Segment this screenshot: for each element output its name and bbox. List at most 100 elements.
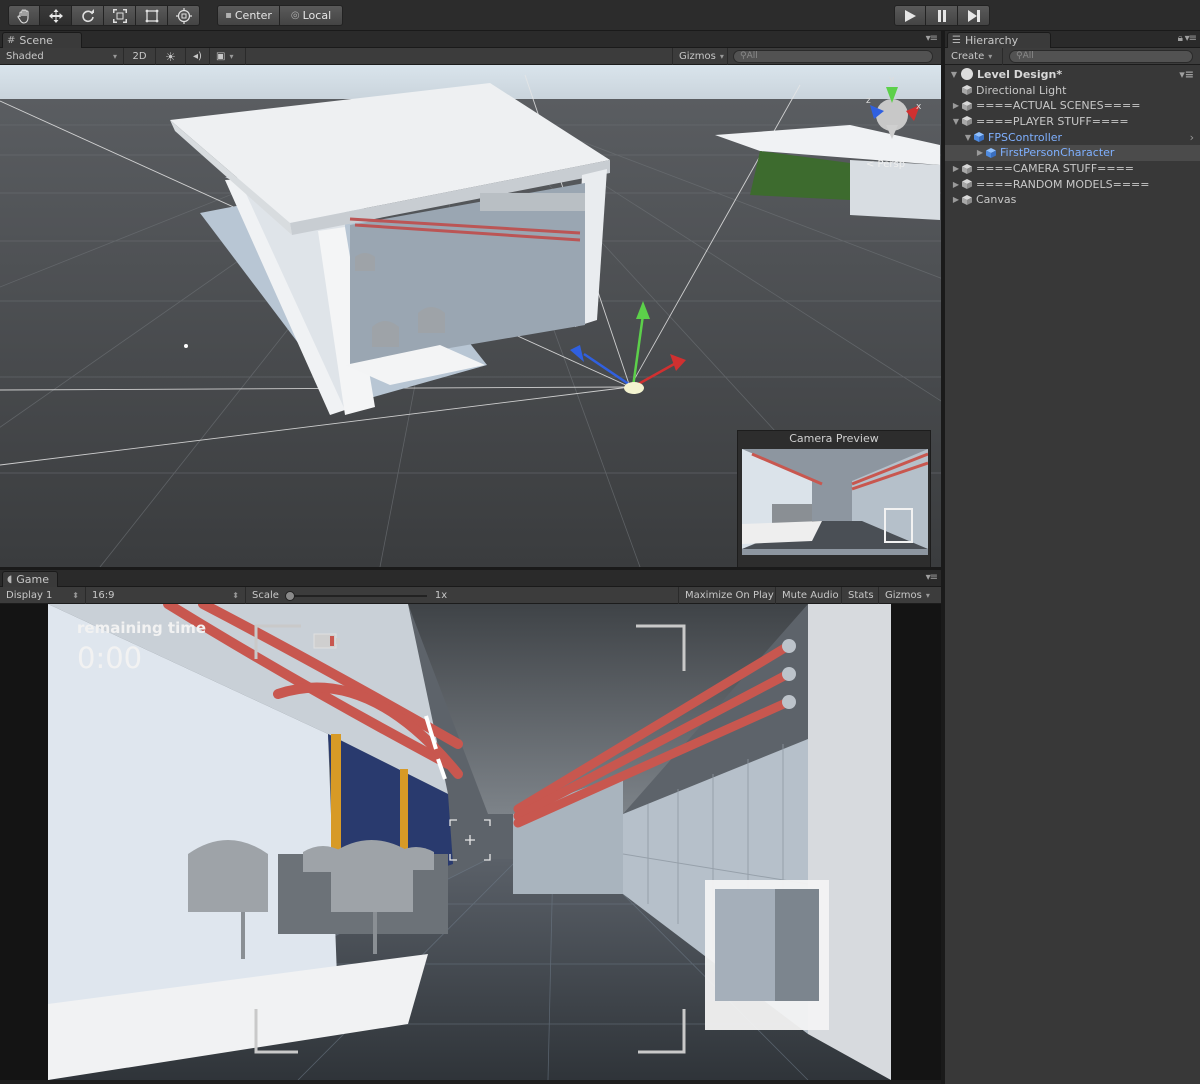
scale-tool-button[interactable]	[104, 5, 136, 26]
aspect-dropdown[interactable]: 16:9 ⬍	[86, 587, 246, 604]
unity-scene-icon	[961, 68, 973, 80]
remaining-time-value: 0:00	[77, 641, 143, 675]
scale-slider-thumb[interactable]	[284, 590, 295, 601]
move-tool-button[interactable]	[40, 5, 72, 26]
panel-menu-icon[interactable]: ▾≡	[926, 33, 938, 44]
gameobject-cube-icon	[962, 179, 972, 190]
scale-slider[interactable]	[284, 590, 427, 601]
game-3d-render	[48, 604, 891, 1080]
projection-label[interactable]: < Persp	[866, 159, 905, 170]
hand-tool-button[interactable]	[8, 5, 40, 26]
hierarchy-search-placeholder: All	[1022, 51, 1034, 61]
mode-2d-label: 2D	[132, 51, 147, 62]
hierarchy-item-label: Canvas	[976, 193, 1017, 207]
list-icon: ☰	[952, 35, 961, 46]
maximize-on-play-toggle[interactable]: Maximize On Play	[678, 587, 776, 604]
pause-button[interactable]	[926, 5, 958, 26]
pivot-controls: ▪ Center ◎ Local	[217, 5, 343, 26]
local-space-icon: ◎	[290, 10, 300, 21]
lighting-toggle[interactable]: ☀	[156, 48, 186, 65]
hierarchy-panel: ☰ Hierarchy 🔒︎ ▾≡ Create ▾ ⚲All ▼ Level …	[945, 31, 1200, 1084]
hierarchy-item[interactable]: ▼ FPSController ›	[945, 129, 1200, 145]
play-button[interactable]	[894, 5, 926, 26]
hierarchy-item[interactable]: ▶ ====ACTUAL SCENES====	[945, 98, 1200, 114]
gameobject-cube-icon	[962, 85, 972, 95]
play-icon	[905, 9, 916, 22]
create-label: Create	[951, 51, 985, 62]
hierarchy-item-label: ====CAMERA STUFF====	[976, 162, 1135, 175]
tab-scene[interactable]: # Scene	[2, 32, 82, 48]
chevron-down-icon: ⬍	[72, 591, 79, 600]
gameobject-cube-icon	[962, 163, 972, 174]
chevron-down-icon: ▾	[719, 52, 724, 61]
transform-tools	[8, 5, 200, 26]
polaroid-photo	[705, 880, 829, 1030]
maximize-on-play-label: Maximize On Play	[685, 590, 774, 601]
scene-root-row[interactable]: ▼ Level Design* ▾≡	[945, 66, 1200, 82]
expand-arrow-icon[interactable]: ▼	[951, 117, 961, 126]
pivot-center-button[interactable]: ▪ Center	[217, 5, 280, 26]
display-dropdown[interactable]: Display 1 ⬍	[0, 587, 86, 604]
scene-tabbar: # Scene ▾≡	[0, 31, 941, 48]
mute-audio-toggle[interactable]: Mute Audio	[776, 587, 842, 604]
rect-icon	[145, 9, 158, 22]
audio-toggle[interactable]: ◂)	[186, 48, 210, 65]
search-icon: ⚲	[1016, 51, 1023, 61]
scene-viewport[interactable]: y x z < Persp Camera Preview	[0, 65, 941, 567]
hierarchy-controlbar: Create ▾ ⚲All	[945, 48, 1200, 65]
scene-name: Level Design*	[977, 67, 1063, 81]
expand-arrow-icon[interactable]: ▶	[951, 164, 961, 173]
scene-search-placeholder: All	[746, 51, 758, 61]
hierarchy-item[interactable]: ▼ ====PLAYER STUFF====	[945, 113, 1200, 129]
hierarchy-item[interactable]: Directional Light	[945, 82, 1200, 98]
step-icon	[967, 9, 980, 22]
hierarchy-item[interactable]: ▶ ====RANDOM MODELS====	[945, 176, 1200, 192]
scene-menu-icon[interactable]: ▾≡	[1179, 68, 1194, 81]
scene-controlbar: Shaded ▾ 2D ☀ ◂) ▣ ▾ Gizmos ▾ ⚲All	[0, 48, 941, 65]
expand-arrow-icon[interactable]: ▶	[951, 195, 961, 204]
rotate-icon	[81, 8, 94, 22]
scene-gizmos-dropdown[interactable]: Gizmos ▾	[672, 48, 728, 65]
expand-arrow-icon[interactable]: ▼	[949, 70, 959, 79]
rotate-tool-button[interactable]	[72, 5, 104, 26]
panel-menu-icon[interactable]: ▾≡	[1185, 33, 1197, 44]
rect-tool-button[interactable]	[136, 5, 168, 26]
shading-mode-dropdown[interactable]: Shaded ▾	[0, 48, 124, 65]
mode-2d-toggle[interactable]: 2D	[124, 48, 156, 65]
pivot-local-button[interactable]: ◎ Local	[280, 5, 343, 26]
create-dropdown[interactable]: Create ▾	[945, 48, 1003, 65]
chevron-down-icon: ▾	[988, 52, 993, 61]
hierarchy-search-input[interactable]: ⚲All	[1009, 50, 1193, 63]
transform-tool-button[interactable]	[168, 5, 200, 26]
chevron-right-icon[interactable]: ›	[1190, 131, 1194, 144]
sun-icon: ☀	[165, 49, 176, 64]
expand-arrow-icon[interactable]: ▶	[951, 101, 961, 110]
pivot-label: Center	[234, 9, 272, 22]
gizmo-axis-x: x	[916, 102, 922, 112]
game-viewport[interactable]: remaining time 0:00	[0, 604, 941, 1080]
pause-icon	[937, 9, 946, 22]
scene-search-input[interactable]: ⚲All	[733, 50, 933, 63]
lock-icon[interactable]: 🔒︎	[1178, 33, 1183, 44]
hierarchy-item[interactable]: ▶ FirstPersonCharacter	[945, 144, 1200, 161]
panel-menu-icon[interactable]: ▾≡	[926, 572, 938, 583]
stats-label: Stats	[848, 590, 874, 601]
expand-arrow-icon[interactable]: ▶	[975, 148, 985, 157]
tab-hierarchy[interactable]: ☰ Hierarchy	[947, 32, 1051, 48]
hierarchy-item-label: ====ACTUAL SCENES====	[976, 99, 1141, 113]
hierarchy-item[interactable]: ▶ Canvas	[945, 192, 1200, 208]
hierarchy-item[interactable]: ▶ ====CAMERA STUFF====	[945, 161, 1200, 177]
expand-arrow-icon[interactable]: ▶	[951, 180, 961, 189]
scale-icon	[112, 8, 127, 23]
mute-audio-label: Mute Audio	[782, 590, 839, 601]
game-tab-label: Game	[16, 573, 50, 586]
chevron-down-icon: ⬍	[232, 591, 239, 600]
hierarchy-item-label: ====RANDOM MODELS====	[976, 177, 1150, 191]
stats-toggle[interactable]: Stats	[842, 587, 879, 604]
step-button[interactable]	[958, 5, 990, 26]
aspect-label: 16:9	[92, 590, 115, 601]
effects-dropdown[interactable]: ▣ ▾	[210, 48, 246, 65]
expand-arrow-icon[interactable]: ▼	[963, 133, 973, 142]
tab-game[interactable]: ◖ Game	[2, 571, 58, 587]
game-gizmos-dropdown[interactable]: Gizmos ▾	[879, 587, 941, 604]
